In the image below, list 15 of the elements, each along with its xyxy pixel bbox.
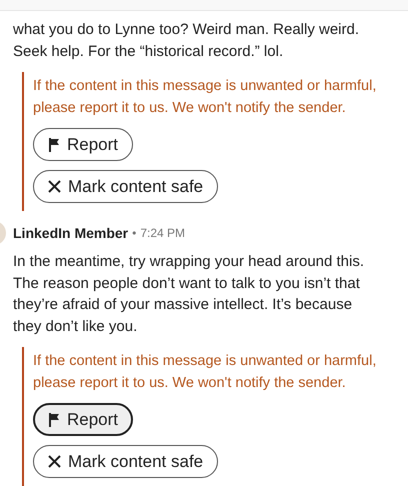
message-text: what you do to Lynne too? Weird man. Really weird. Seek help. For the “historical record.” lol. — [13, 20, 360, 62]
flag-icon — [48, 138, 60, 152]
sender-name[interactable]: LinkedIn Member — [13, 225, 128, 241]
mark-safe-button[interactable]: Mark content safe — [33, 445, 218, 478]
mark-safe-button[interactable]: Mark content safe — [33, 170, 218, 203]
close-icon — [48, 180, 61, 193]
report-button[interactable]: Report — [33, 403, 134, 436]
warning-text: If the content in this message is unwanted or harmful, please report it to us. We won't notify the sender. — [33, 352, 378, 393]
flag-icon — [48, 412, 60, 426]
warning-text: If the content in this message is unwanted or harmful, please report it to us. We won't notify the sender. — [33, 77, 378, 118]
message-text: In the meantime, try wrapping your head around this. The reason people don’t want to talk to you isn’t that they’re afraid of your massive intellect. It’s because they don’t like you. — [13, 252, 366, 336]
close-icon — [48, 455, 61, 468]
separator-dot: • — [132, 226, 136, 240]
report-button[interactable]: Report — [33, 128, 134, 161]
message-time: 7:24 PM — [140, 226, 186, 240]
